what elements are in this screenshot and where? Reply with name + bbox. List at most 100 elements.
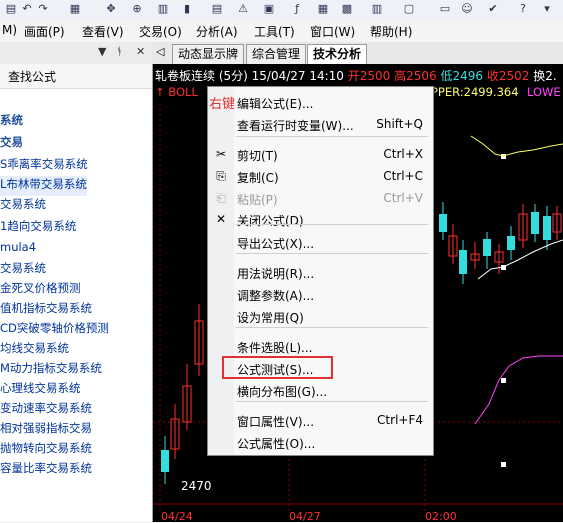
monitor-icon[interactable]: ▭	[438, 2, 452, 16]
context-menu-item[interactable]: 编辑公式(E)...	[208, 91, 433, 113]
check-icon[interactable]: ✔	[486, 2, 500, 16]
function-icon[interactable]: ƒ	[290, 2, 304, 16]
page-icon[interactable]: ▤	[4, 2, 18, 16]
table-icon[interactable]: ▤	[210, 2, 224, 16]
context-menu-item[interactable]: 调整参数(A)...	[208, 283, 433, 305]
users-icon[interactable]: ☺	[460, 2, 474, 16]
more-icon[interactable]: ▾	[540, 2, 554, 16]
close-icon: ✕	[215, 212, 227, 226]
formula-list-item[interactable]: 容量比率交易系统	[0, 460, 92, 480]
right-click-hint: 右键	[209, 97, 236, 112]
menu-separator	[236, 327, 428, 328]
date-label: 02:00	[425, 510, 457, 523]
menu-separator	[236, 253, 428, 254]
formula-panel: ▼ ᚬ ✕ 查找公式 系统 交易 S乖离率交易系统 L布林带交易系统 交易系统 1趋向交易…	[0, 42, 153, 522]
menu-view[interactable]: 查看(V)	[82, 23, 124, 40]
warning-icon[interactable]: ⚠	[236, 2, 250, 16]
context-menu-item[interactable]: 公式属性(O)...	[208, 431, 433, 453]
tab-dynamic-board[interactable]: 动态显示牌	[172, 44, 245, 64]
close-icon[interactable]: ✕	[136, 45, 145, 58]
context-menu-item[interactable]: 用法说明(R)...	[208, 261, 433, 283]
formula-list-item[interactable]: CD突破零轴价格预测	[0, 320, 109, 340]
menu-item[interactable]: M)	[2, 23, 17, 37]
date-label: 04/24	[161, 510, 193, 523]
formula-list-item[interactable]: mula4	[0, 240, 36, 260]
context-menu-item[interactable]: 导出公式(X)...	[208, 231, 433, 253]
context-menu-item-label: 调整参数(A)...	[237, 289, 315, 303]
pin-icon[interactable]: ᚬ	[116, 45, 123, 58]
context-menu-item[interactable]: 窗口属性(V)... Ctrl+F4	[208, 409, 433, 431]
toolbar: ▤ ↶ ↷ ▦ ✥ ⊕ ▥ ▮ ▤ ⚠ ▣ ƒ ▦ ▩ ▥ ▢ ▭ ☺ ✔ ? …	[0, 0, 563, 21]
menu-tools[interactable]: 工具(T)	[254, 23, 295, 40]
tab-management[interactable]: 综合管理	[246, 44, 307, 64]
context-menu-item[interactable]: 横向分布图(G)...	[208, 379, 433, 401]
context-menu-item[interactable]: ⎘ 复制(C) Ctrl+C	[208, 165, 433, 187]
candle-body	[459, 250, 467, 274]
context-menu-item-label: 编辑公式(E)...	[237, 97, 314, 111]
dropdown-icon[interactable]: ▼	[98, 45, 106, 58]
formula-list-item[interactable]: 金死叉价格预测	[0, 280, 81, 300]
context-menu-shortcut: Ctrl+C	[383, 169, 423, 183]
menu-help[interactable]: 帮助(H)	[370, 23, 412, 40]
formula-list-item[interactable]: 交易	[0, 134, 23, 154]
formula-list-item[interactable]: 系统	[0, 112, 23, 132]
candle-body	[161, 450, 169, 472]
menu-trade[interactable]: 交易(O)	[139, 23, 182, 40]
image-icon[interactable]: ▣	[262, 2, 276, 16]
upper-band-line	[470, 135, 563, 157]
move-icon[interactable]: ✥	[104, 2, 118, 16]
context-menu-item[interactable]: 设为常用(Q)	[208, 305, 433, 327]
layout-icon[interactable]: ▥	[370, 2, 384, 16]
tile-icon[interactable]: ▩	[340, 2, 354, 16]
formula-list-item[interactable]: S乖离率交易系统	[0, 156, 88, 176]
bars-icon[interactable]: ▮	[180, 2, 194, 16]
formula-list-item[interactable]: 变动速率交易系统	[0, 400, 92, 420]
context-menu-item-label: 设为常用(Q)	[237, 311, 304, 325]
redo-icon[interactable]: ↷	[36, 2, 50, 16]
help-icon[interactable]: ?	[516, 2, 530, 16]
calendar-icon[interactable]: ▦	[316, 2, 330, 16]
candle-body	[507, 236, 515, 250]
tab-scroll-left-icon[interactable]: ◁	[156, 45, 164, 58]
formula-list-item[interactable]: 值机指标交易系统	[0, 300, 92, 320]
grid-icon[interactable]: ▥	[156, 2, 170, 16]
tab-technical-analysis[interactable]: 技术分析	[307, 44, 368, 64]
tab-bar: ◁ 动态显示牌 综合管理 技术分析	[152, 42, 563, 65]
context-menu-item-label: 粘贴(P)	[237, 193, 278, 207]
lower-band-line	[474, 355, 563, 425]
formula-list-item[interactable]: 心理线交易系统	[0, 380, 81, 400]
context-menu-item[interactable]: ✕ 关闭公式(D)	[208, 208, 433, 230]
context-menu-item-label: 导出公式(X)...	[237, 237, 315, 251]
context-menu-item[interactable]: 条件选股(L)...	[208, 335, 433, 357]
formula-list-item[interactable]: 1趋向交易系统	[0, 218, 76, 238]
context-menu-item-label: 关闭公式(D)	[237, 214, 304, 228]
formula-list-item[interactable]: 交易系统	[0, 196, 46, 216]
menu-screen[interactable]: 画面(P)	[24, 23, 65, 40]
context-menu-item[interactable]: ⎗ 粘贴(P) Ctrl+V	[208, 187, 433, 209]
context-menu-item-label: 条件选股(L)...	[237, 341, 313, 355]
price-label: 2470	[181, 479, 212, 493]
undo-icon[interactable]: ↶	[20, 2, 34, 16]
band-marker	[501, 462, 506, 467]
zoom-icon[interactable]: ⊕	[130, 2, 144, 16]
paste-icon: ⎗	[216, 191, 226, 205]
candle-body	[439, 214, 447, 232]
formula-list-item[interactable]: 相对强弱指标交易	[0, 420, 92, 440]
context-menu-item-label: 查看运行时变量(W)...	[237, 119, 354, 133]
cut-icon: ✂	[215, 147, 227, 161]
formula-list-item[interactable]: 均线交易系统	[0, 340, 69, 360]
formula-list-item[interactable]: M动力指标交易系统	[0, 360, 102, 380]
chart-icon[interactable]: ▦	[68, 2, 82, 16]
formula-list-item[interactable]: 抛物转向交易系统	[0, 440, 92, 460]
menu-analysis[interactable]: 分析(A)	[196, 23, 238, 40]
context-menu-item[interactable]: 查看运行时变量(W)... Shift+Q	[208, 113, 433, 135]
formula-list-item[interactable]: 交易系统	[0, 260, 46, 280]
formula-list-item[interactable]: L布林带交易系统	[0, 176, 87, 196]
band-marker	[501, 154, 506, 159]
menu-separator	[236, 401, 428, 402]
window-icon[interactable]: ▢	[402, 2, 416, 16]
context-menu-item[interactable]: ✂ 剪切(T) Ctrl+X	[208, 143, 433, 165]
date-label: 04/27	[289, 510, 321, 523]
find-formula-button[interactable]: 查找公式	[0, 64, 152, 89]
menu-window[interactable]: 窗口(W)	[310, 23, 355, 40]
